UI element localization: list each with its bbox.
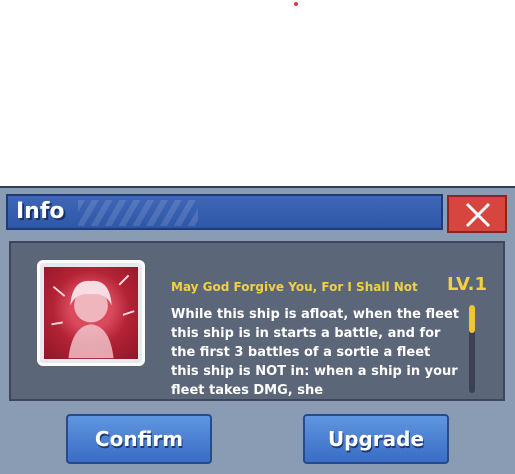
confirm-button[interactable]: Confirm (66, 414, 212, 464)
skill-name: May God Forgive You, For I Shall Not (171, 280, 418, 294)
close-x-icon (465, 202, 491, 228)
dialog-title: Info (16, 199, 65, 224)
indicator-dot (294, 2, 298, 6)
skill-portrait (44, 267, 138, 359)
close-button[interactable] (447, 195, 507, 233)
skill-portrait-frame (37, 260, 145, 366)
dialog-titlebar: Info (6, 194, 443, 230)
skill-description: While this ship is afloat, when the flee… (171, 307, 459, 397)
titlebar-decoration (78, 200, 198, 226)
character-icon (51, 274, 135, 359)
scrollbar-thumb[interactable] (469, 305, 475, 333)
skill-level: LV.1 (447, 274, 487, 295)
description-scrollbar[interactable] (469, 305, 475, 393)
upgrade-button[interactable]: Upgrade (303, 414, 449, 464)
info-dialog: Info May God Forgive You, For I Shall No… (0, 186, 515, 474)
upgrade-button-label: Upgrade (327, 427, 425, 451)
skill-panel: May God Forgive You, For I Shall Not LV.… (9, 241, 505, 401)
confirm-button-label: Confirm (94, 427, 184, 451)
